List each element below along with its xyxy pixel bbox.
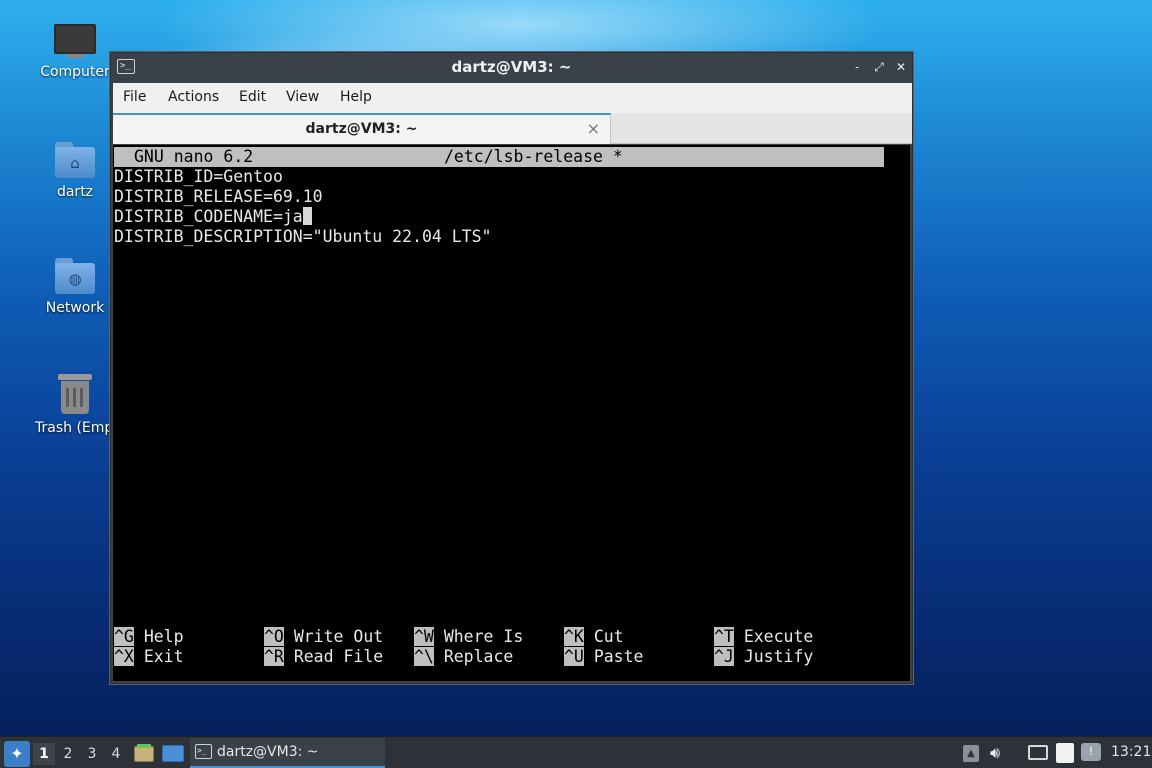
shortcut-replace[interactable]: ^\ Replace xyxy=(414,647,513,667)
shortcut-label: Cut xyxy=(593,627,624,646)
shortcut-label: Exit xyxy=(143,647,184,666)
menu-view[interactable]: View xyxy=(286,89,319,105)
shortcut-exit[interactable]: ^X Exit xyxy=(114,647,184,667)
file-line: DISTRIB_RELEASE=69.10 xyxy=(114,187,323,206)
clock[interactable]: 13:21 xyxy=(1111,744,1151,760)
shortcut-label: Where Is xyxy=(443,627,524,646)
terminal-window: >_ dartz@VM3: ~ ˗ ⤢ ✕ File Actions Edit … xyxy=(110,52,913,684)
minimize-button[interactable]: ˗ xyxy=(848,58,866,76)
workspace-3[interactable]: 3 xyxy=(81,743,103,765)
clipboard-icon[interactable] xyxy=(1056,743,1074,763)
shortcut-justify[interactable]: ^J Justify xyxy=(714,647,813,667)
menu-actions[interactable]: Actions xyxy=(168,89,219,105)
file-line-text: DISTRIB_CODENAME=ja xyxy=(114,207,303,226)
file-line: DISTRIB_DESCRIPTION="Ubuntu 22.04 LTS" xyxy=(114,227,492,246)
shortcut-key: ^W xyxy=(414,627,434,646)
shortcut-key: ^\ xyxy=(414,647,434,666)
show-desktop-button[interactable] xyxy=(162,745,184,762)
notification-icon[interactable]: ! xyxy=(1081,743,1101,761)
shortcut-label: Replace xyxy=(443,647,514,666)
shortcut-label: Read File xyxy=(293,647,384,666)
shortcut-key: ^O xyxy=(264,627,284,646)
terminal-area[interactable]: GNU nano 6.2 /etc/lsb-release * DISTRIB_… xyxy=(113,145,910,681)
shortcut-cut[interactable]: ^K Cut xyxy=(564,627,624,647)
tab-close-icon[interactable]: × xyxy=(587,119,600,138)
shortcut-write-out[interactable]: ^O Write Out xyxy=(264,627,383,647)
tab-bar: dartz@VM3: ~ × xyxy=(113,113,912,144)
text-cursor xyxy=(302,207,312,225)
desktop-icon-label: Trash (Empty) xyxy=(35,420,115,436)
file-manager-icon xyxy=(134,746,154,762)
workspace-1[interactable]: 1 xyxy=(33,743,55,765)
trash-icon xyxy=(58,374,92,414)
menu-edit[interactable]: Edit xyxy=(239,89,266,105)
nano-filename: /etc/lsb-release * xyxy=(444,147,623,166)
network-icon[interactable] xyxy=(1028,745,1048,760)
shortcut-execute[interactable]: ^T Execute xyxy=(714,627,813,647)
shortcut-paste[interactable]: ^U Paste xyxy=(564,647,643,667)
file-line: DISTRIB_ID=Gentoo xyxy=(114,167,283,186)
menu-bar: File Actions Edit View Help xyxy=(113,83,912,113)
network-folder-icon: ◍ xyxy=(55,258,95,294)
shortcut-key: ^X xyxy=(114,647,134,666)
shortcut-label: Paste xyxy=(593,647,644,666)
shortcut-key: ^G xyxy=(114,627,134,646)
home-folder-icon: ⌂ xyxy=(55,142,95,178)
shortcut-key: ^U xyxy=(564,647,584,666)
shortcut-read-file[interactable]: ^R Read File xyxy=(264,647,383,667)
workspace-2[interactable]: 2 xyxy=(57,743,79,765)
shortcut-key: ^T xyxy=(714,627,734,646)
shortcut-key: ^R xyxy=(264,647,284,666)
shortcut-label: Write Out xyxy=(293,627,384,646)
volume-icon[interactable]: 🔊︎ xyxy=(990,743,1000,763)
workspace-4[interactable]: 4 xyxy=(105,743,127,765)
computer-icon xyxy=(54,24,96,58)
window-titlebar[interactable]: >_ dartz@VM3: ~ ˗ ⤢ ✕ xyxy=(111,53,912,81)
taskbar-task-label: dartz@VM3: ~ xyxy=(217,744,319,760)
shortcut-help[interactable]: ^G Help xyxy=(114,627,184,647)
start-menu-button[interactable]: ✦ xyxy=(4,741,30,767)
terminal-tab[interactable]: dartz@VM3: ~ × xyxy=(113,113,611,144)
shortcut-key: ^J xyxy=(714,647,734,666)
file-line-with-cursor: DISTRIB_CODENAME=ja xyxy=(114,207,312,227)
terminal-icon: >_ xyxy=(195,744,212,759)
window-title: dartz@VM3: ~ xyxy=(451,58,572,76)
shortcut-key: ^K xyxy=(564,627,584,646)
shortcut-label: Help xyxy=(143,627,184,646)
app-menu-icon: ✦ xyxy=(10,744,24,763)
taskbar-task-terminal[interactable]: >_ dartz@VM3: ~ xyxy=(190,738,385,768)
menu-file[interactable]: File xyxy=(123,89,146,105)
shortcut-label: Justify xyxy=(743,647,814,666)
nano-version: GNU nano 6.2 xyxy=(134,147,254,166)
tray-up-arrow-icon[interactable]: ▲ xyxy=(963,745,979,762)
close-button[interactable]: ✕ xyxy=(892,58,910,76)
shortcut-where-is[interactable]: ^W Where Is xyxy=(414,627,523,647)
taskbar: ✦ 1 2 3 4 >_ dartz@VM3: ~ ▲ 🔊︎ ! 13:21 xyxy=(0,736,1152,768)
nano-header: GNU nano 6.2 /etc/lsb-release * xyxy=(114,147,884,167)
shortcut-label: Execute xyxy=(743,627,814,646)
tab-label: dartz@VM3: ~ xyxy=(305,121,418,137)
maximize-button[interactable]: ⤢ xyxy=(870,58,888,76)
file-manager-icon-stripe xyxy=(137,744,151,748)
file-manager-launcher[interactable] xyxy=(134,744,154,762)
menu-help[interactable]: Help xyxy=(340,89,372,105)
